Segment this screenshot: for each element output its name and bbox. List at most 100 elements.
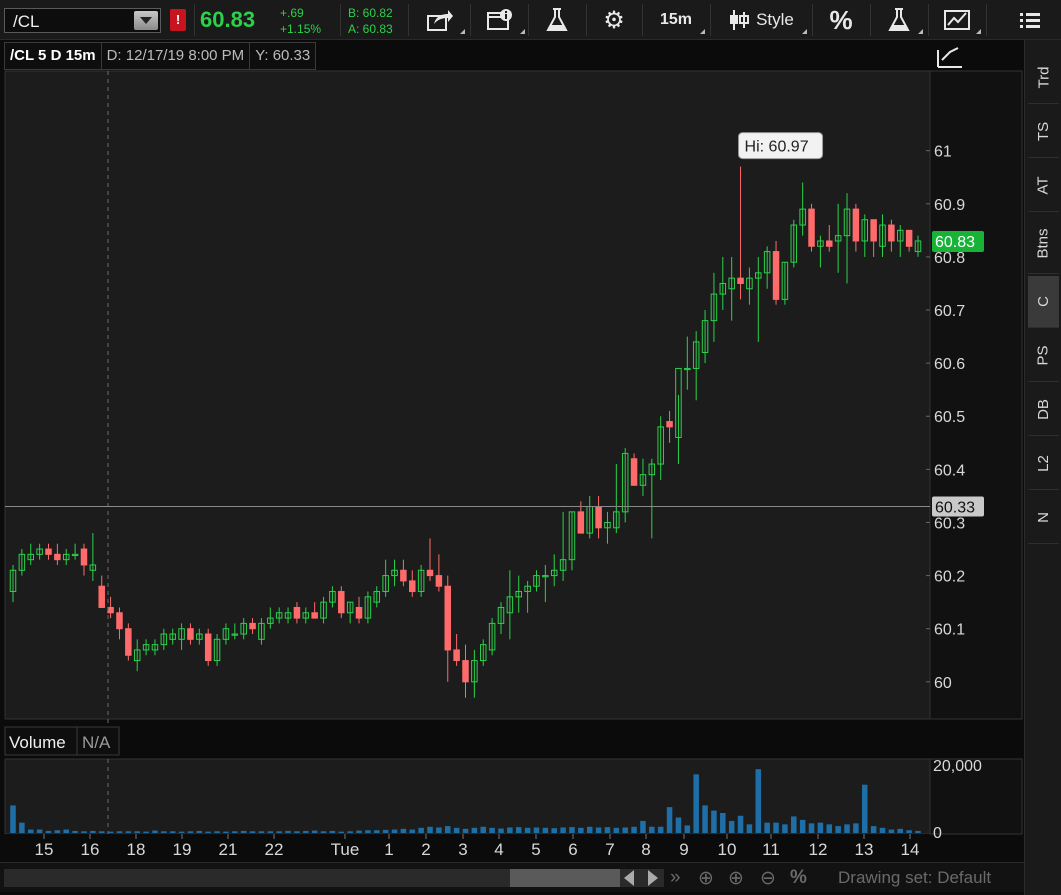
- candle-body: [80, 548, 88, 566]
- drawings-button[interactable]: [930, 0, 984, 40]
- price-tick-label: 60.6: [934, 356, 965, 373]
- volume-bar: [169, 831, 176, 833]
- studies-button[interactable]: [530, 0, 584, 40]
- style-button[interactable]: Style: [712, 0, 810, 40]
- strategies-button[interactable]: [872, 0, 926, 40]
- volume-bar: [232, 831, 238, 833]
- tab-n[interactable]: N: [1028, 492, 1059, 544]
- candle-body: [462, 660, 469, 683]
- volume-bar: [249, 831, 256, 833]
- time-tick-label: 1: [384, 840, 393, 859]
- volume-bar: [356, 830, 362, 833]
- scroll-right-arrow[interactable]: [648, 870, 658, 886]
- scroll-left-end-arrow[interactable]: [624, 870, 634, 886]
- volume-bar: [382, 829, 389, 833]
- share-button[interactable]: [412, 0, 468, 40]
- net-change: +.69: [280, 6, 304, 20]
- tab-ps[interactable]: PS: [1028, 330, 1059, 382]
- candle-body: [444, 585, 452, 651]
- tab-l2[interactable]: L2: [1028, 438, 1059, 490]
- time-tick-label: 3: [458, 840, 467, 859]
- tab-db[interactable]: DB: [1028, 384, 1059, 436]
- expand-chart-icon[interactable]: »: [670, 867, 681, 889]
- menu-button[interactable]: [1010, 0, 1050, 40]
- volume-bar: [870, 826, 877, 833]
- candle-body: [116, 612, 123, 630]
- drawing-tools-icon: [944, 10, 970, 30]
- timeframe-label: 15m: [659, 11, 693, 28]
- high-annotation: Hi: 60.97: [738, 132, 824, 160]
- zoom-in-icon[interactable]: ⊕: [728, 867, 744, 890]
- symbol-dropdown-button[interactable]: [134, 11, 158, 30]
- tab-ts[interactable]: TS: [1028, 106, 1059, 158]
- tab-at[interactable]: AT: [1028, 160, 1059, 212]
- volume-bar: [276, 831, 282, 833]
- candle-body: [125, 628, 132, 656]
- volume-bar: [267, 831, 274, 833]
- settings-button[interactable]: ⚙: [588, 0, 640, 40]
- symbol-selector[interactable]: /CL: [4, 8, 161, 33]
- main-toolbar: /CL ! 60.83 +.69 +1.15% B: 60.82 A: 60.8…: [0, 0, 1061, 40]
- candle-body: [826, 240, 833, 247]
- pan-icon[interactable]: ⊕: [698, 867, 714, 890]
- volume-value: N/A: [82, 733, 111, 752]
- alert-badge[interactable]: !: [170, 9, 186, 31]
- volume-bar: [107, 831, 114, 833]
- chart-info-button[interactable]: [472, 0, 528, 40]
- time-tick-label: 2: [421, 840, 430, 859]
- volume-bar: [205, 831, 211, 833]
- candle-body: [249, 622, 256, 630]
- volume-bar: [507, 827, 513, 833]
- volume-bar: [862, 784, 868, 833]
- volume-bar: [498, 828, 504, 833]
- volume-bar: [471, 827, 478, 833]
- scroll-thumb[interactable]: [510, 869, 620, 887]
- price-tick-label: 60.7: [934, 303, 965, 320]
- toolbar-divider: [870, 4, 871, 36]
- tab-btns[interactable]: Btns: [1028, 214, 1059, 274]
- volume-bar: [666, 807, 673, 833]
- drawing-set-label[interactable]: Drawing set: Default: [838, 868, 991, 888]
- percent-button[interactable]: %: [814, 0, 868, 40]
- volume-bar: [311, 830, 318, 833]
- last-price-tag: 60.83: [932, 230, 984, 252]
- volume-bar: [365, 830, 371, 833]
- price-plot-area[interactable]: [4, 70, 931, 720]
- candle-body: [426, 569, 434, 577]
- tab-trd[interactable]: Trd: [1028, 52, 1059, 104]
- volume-bar: [542, 827, 549, 833]
- percent-icon: %: [829, 4, 853, 35]
- chart-title[interactable]: /CL 5 D 15m: [4, 42, 101, 70]
- volume-bar: [613, 827, 620, 833]
- symbol-text[interactable]: /CL: [13, 12, 39, 32]
- toolbar-divider: [408, 4, 409, 36]
- share-icon: [427, 10, 453, 31]
- candle-body: [852, 208, 860, 242]
- volume-bar: [906, 830, 912, 833]
- bid-price: B: 60.82: [348, 6, 393, 20]
- volume-bar: [125, 831, 132, 833]
- ask-price: A: 60.83: [348, 22, 393, 36]
- candle-body: [204, 633, 212, 662]
- toolbar-divider: [812, 4, 813, 36]
- tab-label: N: [1035, 512, 1052, 523]
- volume-bar: [214, 831, 220, 833]
- volume-bar: [98, 831, 105, 833]
- volume-bar: [329, 830, 336, 833]
- time-tick-label: Tue: [331, 840, 360, 859]
- price-chart[interactable]: 6060.160.260.360.460.560.660.760.860.961…: [0, 40, 1024, 862]
- zoom-out-icon[interactable]: ⊖: [760, 867, 776, 890]
- tab-c[interactable]: C: [1028, 276, 1059, 328]
- volume-bar: [427, 826, 433, 833]
- time-tick-label: 8: [641, 840, 650, 859]
- volume-bar: [178, 831, 185, 833]
- volume-bar: [746, 824, 753, 833]
- percent-scale-icon[interactable]: %: [790, 867, 807, 889]
- candle-body: [409, 580, 416, 593]
- volume-bar: [586, 826, 593, 833]
- time-tick-label: 5: [531, 840, 540, 859]
- volume-axis-zero-label: 0: [933, 825, 942, 842]
- volume-bar: [915, 830, 921, 833]
- timeframe-button[interactable]: 15m: [644, 0, 708, 40]
- volume-bar: [755, 769, 762, 833]
